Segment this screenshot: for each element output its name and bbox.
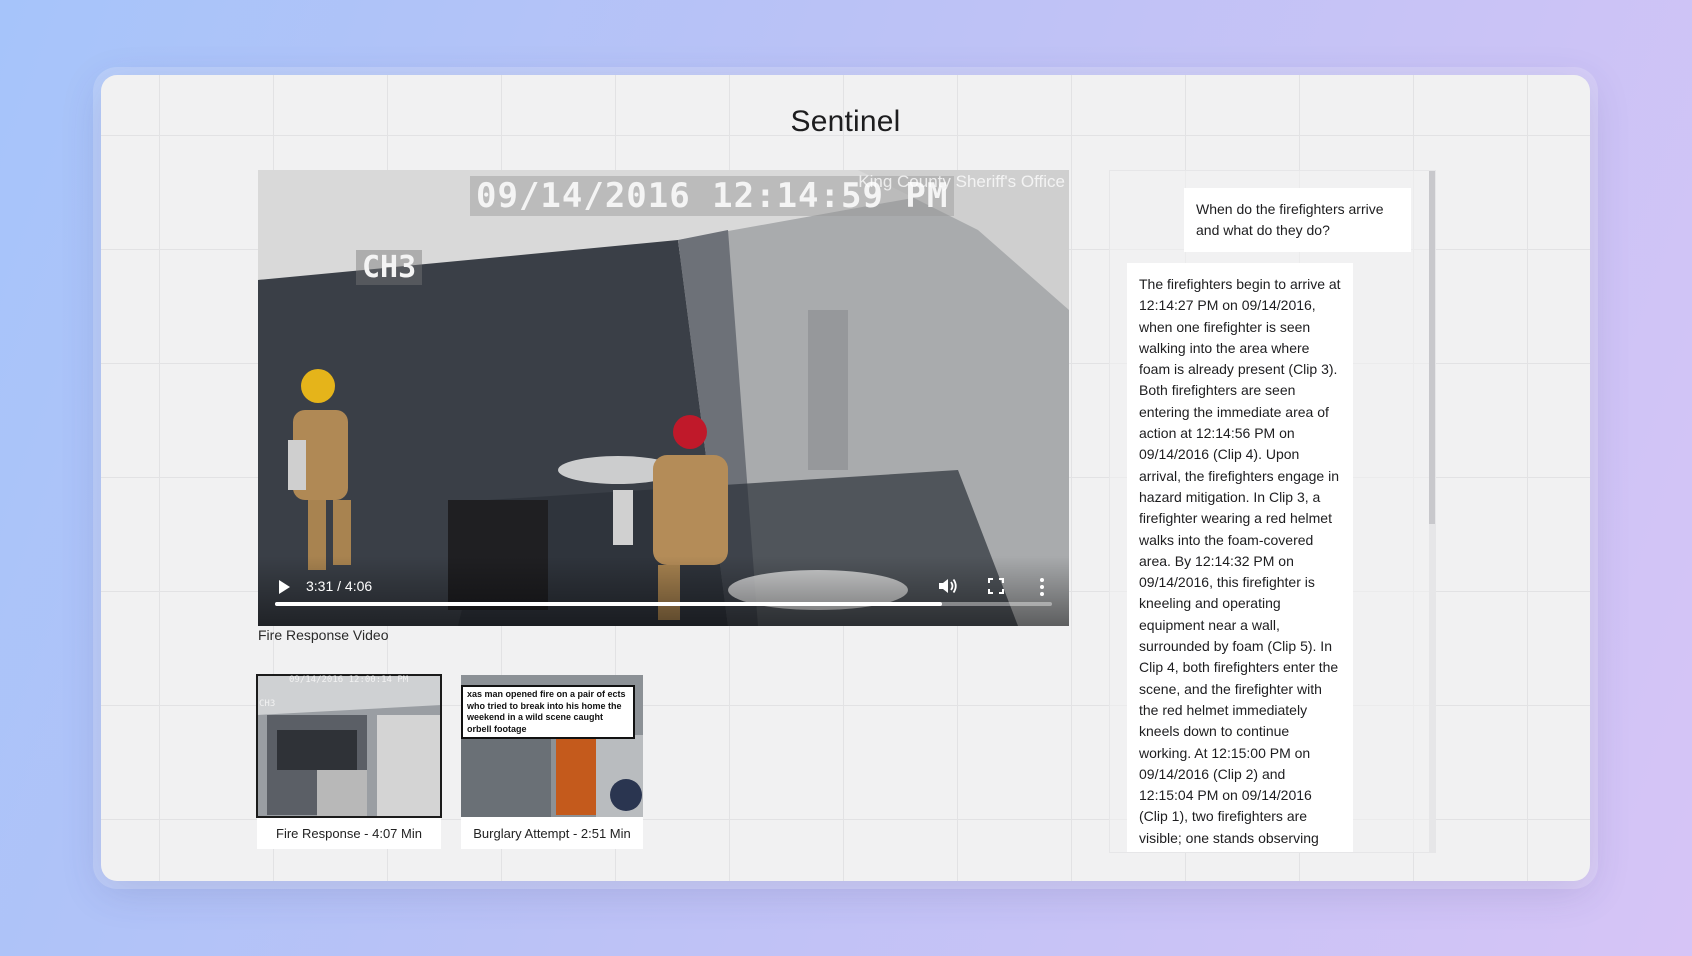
thumbnail-image: 09/14/2016 12:00:14 PM CH3 bbox=[256, 674, 442, 818]
thumbnail-label: Burglary Attempt - 2:51 Min bbox=[473, 826, 631, 841]
volume-button[interactable] bbox=[937, 576, 959, 596]
thumbnail-timestamp-overlay: 09/14/2016 12:00:14 PM bbox=[289, 675, 409, 685]
app-window: Sentinel 09/14/2016 12:14:59 PM CH3 King… bbox=[101, 75, 1590, 881]
thumbnail-fire-response[interactable]: 09/14/2016 12:00:14 PM CH3 Fire Response… bbox=[256, 674, 442, 849]
video-controls: 3:31 / 4:06 bbox=[258, 556, 1069, 626]
app-title: Sentinel bbox=[790, 105, 901, 138]
thumbnail-burglary-attempt[interactable]: xas man opened fire on a pair of ects wh… bbox=[461, 675, 643, 849]
video-progress-bar[interactable] bbox=[275, 602, 1052, 606]
video-time-display: 3:31 / 4:06 bbox=[306, 578, 373, 594]
fullscreen-button[interactable] bbox=[987, 577, 1005, 595]
video-title: Fire Response Video bbox=[258, 627, 389, 643]
play-button[interactable] bbox=[276, 578, 292, 596]
assistant-message: The firefighters begin to arrive at 12:1… bbox=[1127, 263, 1353, 852]
chat-panel[interactable]: When do the firefighters arrive and what… bbox=[1109, 170, 1436, 853]
video-channel-overlay: CH3 bbox=[356, 250, 423, 285]
play-icon bbox=[279, 580, 290, 594]
volume-icon bbox=[939, 578, 957, 594]
more-vertical-icon bbox=[1040, 578, 1044, 596]
fullscreen-icon bbox=[988, 578, 1004, 594]
user-message: When do the firefighters arrive and what… bbox=[1184, 188, 1411, 252]
thumbnail-channel-overlay: CH3 bbox=[259, 699, 276, 709]
chat-scrollbar-thumb[interactable] bbox=[1429, 171, 1435, 524]
video-watermark: King County Sheriff's Office bbox=[858, 172, 1065, 191]
garage-scene-image bbox=[257, 675, 441, 817]
more-options-button[interactable] bbox=[1037, 576, 1047, 598]
video-player[interactable]: 09/14/2016 12:14:59 PM CH3 King County S… bbox=[258, 170, 1069, 626]
thumbnail-label: Fire Response - 4:07 Min bbox=[276, 826, 422, 841]
video-progress-fill bbox=[275, 602, 942, 606]
thumbnail-image: xas man opened fire on a pair of ects wh… bbox=[461, 675, 643, 817]
news-caption-overlay: xas man opened fire on a pair of ects wh… bbox=[461, 685, 635, 739]
